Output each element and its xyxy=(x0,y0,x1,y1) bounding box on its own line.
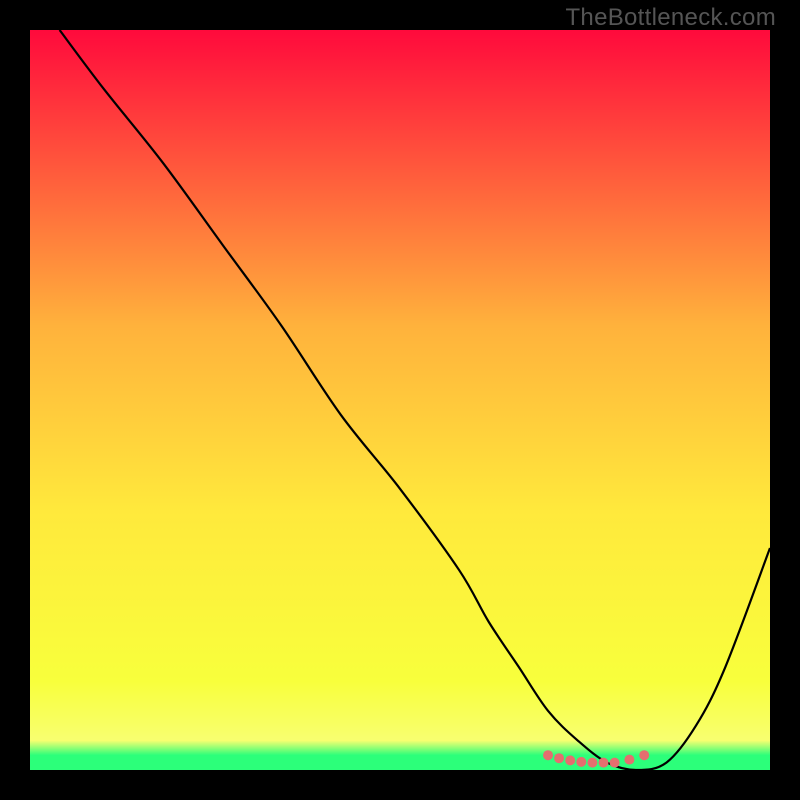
highlight-dot xyxy=(639,750,649,760)
plot-area xyxy=(30,30,770,770)
highlight-dot xyxy=(576,757,586,767)
highlight-dot xyxy=(610,758,620,768)
highlight-dot xyxy=(599,758,609,768)
plot-svg xyxy=(30,30,770,770)
highlight-dot xyxy=(543,750,553,760)
highlight-dot xyxy=(587,758,597,768)
highlight-dot xyxy=(565,755,575,765)
chart-container: TheBottleneck.com xyxy=(0,0,800,800)
highlight-dot xyxy=(624,755,634,765)
highlight-dot xyxy=(554,753,564,763)
gradient-background xyxy=(30,30,770,770)
